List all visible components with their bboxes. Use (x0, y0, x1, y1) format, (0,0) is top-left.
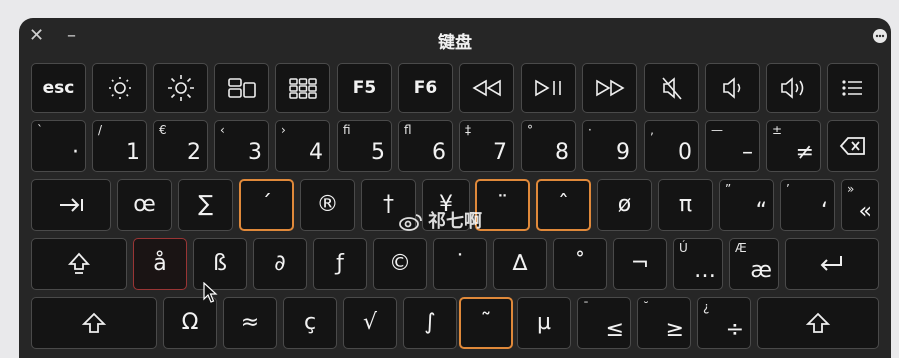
rewind-icon[interactable] (459, 63, 514, 113)
key-f[interactable]: ƒ (313, 238, 367, 290)
key-8[interactable]: ° 8 (521, 120, 576, 172)
key-w[interactable]: ∑ (178, 179, 233, 231)
key-k[interactable]: ˚ (553, 238, 607, 290)
key-right-bracket[interactable]: ’ ‘ (780, 179, 835, 231)
key-minus[interactable]: — – (705, 120, 760, 172)
key-l[interactable]: ¬ (613, 238, 667, 290)
window-title: 键盘 (438, 33, 472, 53)
key-esc[interactable]: esc (31, 63, 86, 113)
key-r[interactable]: ® (300, 179, 355, 231)
key-0[interactable]: ‚ 0 (644, 120, 699, 172)
fast-forward-icon[interactable] (582, 63, 637, 113)
key-7[interactable]: ‡ 7 (459, 120, 514, 172)
key-s[interactable]: ß (193, 238, 247, 290)
key-slash[interactable]: ¿ ÷ (697, 297, 751, 349)
key-comma[interactable]: ¯ ≤ (577, 297, 631, 349)
key-x[interactable]: ≈ (223, 297, 277, 349)
list-menu-icon[interactable] (827, 63, 879, 113)
left-shift-icon[interactable] (31, 297, 157, 349)
key-left-bracket[interactable]: ” “ (719, 179, 774, 231)
key-2[interactable]: €2 (153, 120, 208, 172)
key-m[interactable]: µ (517, 297, 571, 349)
weibo-logo-icon (398, 212, 424, 232)
key-4[interactable]: › 4 (275, 120, 330, 172)
return-icon[interactable] (785, 238, 879, 290)
key-h[interactable]: ˙ (433, 238, 487, 290)
key-n-dead[interactable]: ˜ (459, 297, 513, 349)
key-z[interactable]: Ω (163, 297, 217, 349)
mouse-cursor-icon (203, 282, 218, 303)
key-equal[interactable]: ± ≠ (766, 120, 821, 172)
key-o[interactable]: ø (597, 179, 652, 231)
keyboard-viewer-window: ✕ – 键盘 esc F5 F6 ` · /1 €2 ‹ 3 › 4 fi 5 … (19, 18, 891, 358)
brightness-up-icon[interactable] (153, 63, 208, 113)
key-3[interactable]: ‹ 3 (214, 120, 269, 172)
key-i-dead[interactable]: ˆ (536, 179, 591, 231)
caps-lock-icon[interactable] (31, 238, 127, 290)
volume-up-icon[interactable] (766, 63, 821, 113)
key-a[interactable]: å (133, 238, 187, 290)
play-pause-icon[interactable] (521, 63, 576, 113)
volume-down-icon[interactable] (705, 63, 760, 113)
brightness-down-icon[interactable] (92, 63, 147, 113)
key-u-dead[interactable]: ¨ (475, 179, 530, 231)
title-bar: ✕ – 键盘 (19, 18, 891, 60)
key-1[interactable]: /1 (92, 120, 147, 172)
key-f6[interactable]: F6 (398, 63, 453, 113)
key-g[interactable]: © (373, 238, 427, 290)
key-b[interactable]: ∫ (403, 297, 457, 349)
mission-control-icon[interactable] (214, 63, 269, 113)
key-backslash[interactable]: » « (841, 179, 879, 231)
delete-icon[interactable] (827, 120, 879, 172)
key-e-dead[interactable]: ´ (239, 179, 294, 231)
key-5[interactable]: fi 5 (337, 120, 392, 172)
key-p[interactable]: π (658, 179, 713, 231)
launchpad-icon[interactable] (275, 63, 330, 113)
key-f5[interactable]: F5 (337, 63, 392, 113)
key-period[interactable]: ˘ ≥ (637, 297, 691, 349)
key-9[interactable]: · 9 (582, 120, 637, 172)
key-quote[interactable]: Ææ (729, 238, 779, 290)
weibo-watermark: 祁七啊 (398, 207, 482, 233)
key-semicolon[interactable]: Ú… (673, 238, 723, 290)
key-d[interactable]: ∂ (253, 238, 307, 290)
key-j[interactable]: ∆ (493, 238, 547, 290)
mute-icon[interactable] (644, 63, 699, 113)
key-backtick[interactable]: ` · (31, 120, 86, 172)
key-v[interactable]: √ (343, 297, 397, 349)
key-6[interactable]: fl 6 (398, 120, 453, 172)
right-shift-icon[interactable] (757, 297, 879, 349)
key-q[interactable]: œ (117, 179, 172, 231)
tab-icon[interactable] (31, 179, 111, 231)
more-options-icon[interactable] (873, 29, 887, 43)
watermark-text: 祁七啊 (428, 211, 482, 232)
key-c[interactable]: ç (283, 297, 337, 349)
